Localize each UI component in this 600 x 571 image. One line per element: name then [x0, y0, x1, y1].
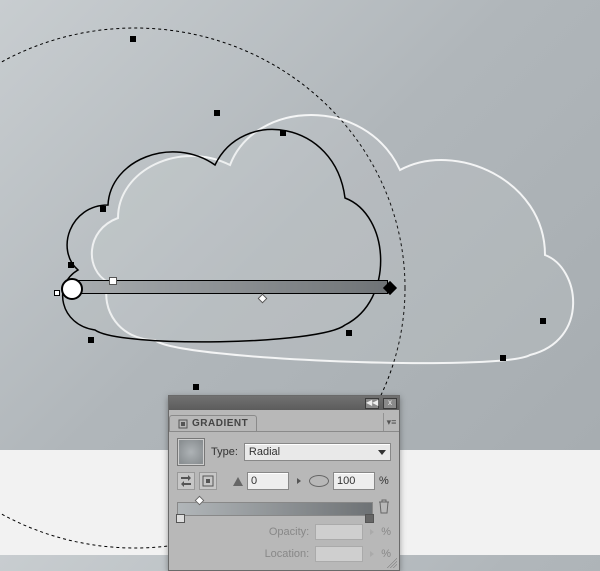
aspect-input[interactable]: 100	[333, 472, 375, 490]
panel-menu-icon[interactable]: ▾≡	[383, 413, 399, 431]
anchor-point[interactable]	[500, 355, 506, 361]
collapse-icon[interactable]: ◀◀	[365, 398, 379, 409]
anchor-point[interactable]	[130, 36, 136, 42]
stroke-gradient-icon[interactable]	[199, 472, 217, 490]
gradient-fill-swatch[interactable]	[177, 438, 205, 466]
tab-label: GRADIENT	[192, 418, 248, 429]
panel-titlebar[interactable]: ◀◀ x	[169, 396, 399, 410]
angle-icon	[233, 477, 243, 486]
stepper-icon	[370, 551, 374, 557]
type-label: Type:	[211, 446, 238, 458]
stepper-icon	[370, 529, 374, 535]
anchor-point[interactable]	[346, 330, 352, 336]
reverse-gradient-icon[interactable]	[177, 472, 195, 490]
panel-tabs: GRADIENT ▾≡	[169, 410, 399, 432]
gradient-slider[interactable]	[177, 502, 373, 516]
gradient-annotator[interactable]	[78, 280, 388, 294]
percent-label: %	[379, 475, 389, 487]
anchor-point[interactable]	[540, 318, 546, 324]
gradient-midpoint-handle[interactable]	[195, 496, 205, 506]
type-value: Radial	[249, 446, 280, 458]
location-label: Location:	[265, 548, 310, 560]
type-select[interactable]: Radial	[244, 443, 391, 461]
chevron-down-icon	[378, 450, 386, 455]
resize-grip[interactable]	[387, 558, 397, 568]
close-icon[interactable]: x	[383, 398, 397, 409]
anchor-point[interactable]	[280, 130, 286, 136]
gradient-tab-icon	[178, 419, 188, 429]
angle-input[interactable]: 0	[247, 472, 289, 490]
tab-gradient[interactable]: GRADIENT	[169, 415, 257, 431]
percent-label: %	[381, 526, 391, 538]
anchor-point[interactable]	[88, 337, 94, 343]
location-input	[315, 546, 363, 562]
opacity-label: Opacity:	[269, 526, 309, 538]
aspect-ratio-icon	[309, 475, 329, 487]
anchor-point[interactable]	[100, 206, 106, 212]
anchor-point[interactable]	[214, 110, 220, 116]
angle-stepper-icon[interactable]	[293, 472, 305, 490]
gradient-midpoint[interactable]	[109, 277, 117, 285]
opacity-input	[315, 524, 363, 540]
gradient-color-stop[interactable]	[365, 514, 374, 523]
gradient-panel: ◀◀ x GRADIENT ▾≡ Type: Radial	[168, 395, 400, 571]
anchor-point[interactable]	[68, 262, 74, 268]
trash-icon[interactable]	[377, 499, 391, 515]
gradient-color-stop[interactable]	[176, 514, 185, 523]
anchor-point[interactable]	[193, 384, 199, 390]
anchor-point[interactable]	[54, 290, 60, 296]
